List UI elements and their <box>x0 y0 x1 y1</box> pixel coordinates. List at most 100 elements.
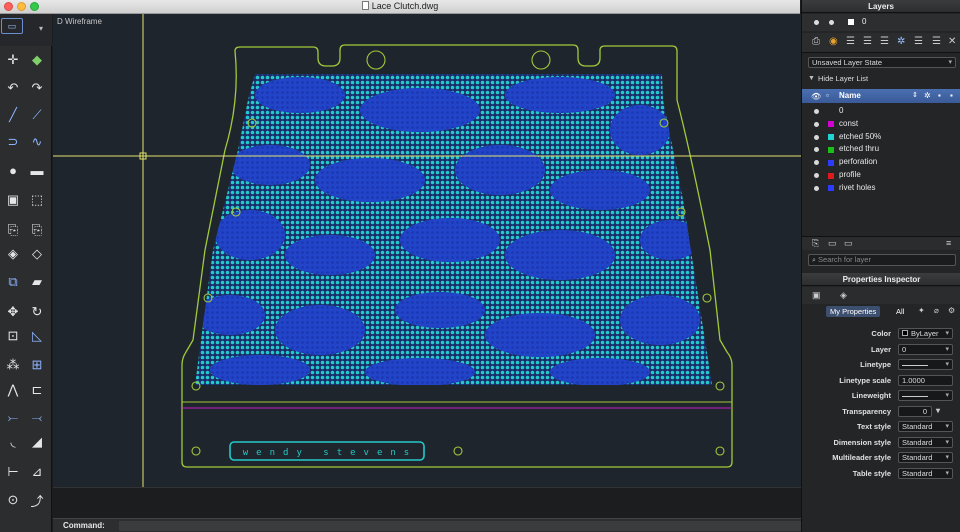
redo-icon[interactable]: ↷ <box>26 78 48 98</box>
name-column-header[interactable]: Name <box>839 91 861 100</box>
lock-icon[interactable]: ▫ <box>826 91 829 100</box>
offset-icon[interactable]: ⊏ <box>26 380 48 400</box>
folder-icon[interactable]: ▭ <box>844 238 853 249</box>
layer-options-icon[interactable]: ≡ <box>946 238 951 248</box>
chevron-down-icon[interactable]: ▾ <box>30 18 52 38</box>
visibility-dot-icon[interactable] <box>814 20 819 25</box>
rotate-icon[interactable]: ↻ <box>26 302 48 322</box>
lock-dot-icon[interactable] <box>829 20 834 25</box>
new-group-icon[interactable]: ▭ <box>828 238 837 249</box>
layer-color-swatch[interactable] <box>848 19 854 25</box>
eraser-icon[interactable]: ▰ <box>26 272 48 292</box>
new-layer-footer-icon[interactable]: ⎘ <box>812 238 819 249</box>
grid-array-icon[interactable]: ⊞ <box>26 355 48 375</box>
region-icon[interactable]: ▣ <box>2 190 24 210</box>
hide-layer-list-row[interactable]: ▼ Hide Layer List <box>802 72 960 85</box>
layer-color-swatch[interactable] <box>828 185 834 192</box>
linetype-scale-input[interactable]: 1.0000 <box>898 374 953 386</box>
layer-off-icon[interactable]: ☰ <box>914 36 923 47</box>
crosshair-icon[interactable]: ✛ <box>2 50 24 70</box>
gradient-icon[interactable]: ◇ <box>26 244 48 264</box>
rectangle-icon[interactable]: ▬ <box>26 160 48 180</box>
visibility-dot-icon[interactable] <box>814 121 819 127</box>
layer-search-input[interactable]: ⌕ Search for layer <box>808 254 956 266</box>
all-properties-tab[interactable]: All <box>892 306 908 317</box>
stretch-icon[interactable]: ◺ <box>26 326 48 346</box>
color-select[interactable]: ByLayer ▾ <box>898 328 953 339</box>
visibility-dot-icon[interactable] <box>814 147 819 153</box>
layer-state-select[interactable]: Unsaved Layer State ▾ <box>808 57 956 68</box>
layer-row-rivet-holes[interactable]: rivet holes <box>802 182 960 195</box>
layer-delete-icon[interactable]: ✕ <box>948 36 956 47</box>
table-icon[interactable]: ⎘ <box>26 220 48 240</box>
scale-icon[interactable]: ⊡ <box>2 326 24 346</box>
layer-color-swatch[interactable] <box>828 146 834 153</box>
viewport-selector-icon[interactable]: ▭ <box>1 18 23 34</box>
visibility-dot-icon[interactable] <box>814 134 819 140</box>
copy-icon[interactable]: ⧉ <box>2 272 24 292</box>
mirror-icon[interactable]: ⋀ <box>2 380 24 400</box>
arc-icon[interactable]: ⊃ <box>2 132 24 152</box>
quick-select-icon[interactable]: ✦ <box>918 306 925 315</box>
lock-column-icon[interactable]: ▪ <box>938 91 941 100</box>
chamfer-icon[interactable]: ◢ <box>26 432 48 452</box>
select-objects-icon[interactable]: ⌀ <box>934 306 939 315</box>
linetype-select[interactable]: ▾ <box>898 359 953 370</box>
layer-row-0[interactable]: 0 <box>802 105 960 118</box>
visibility-dot-icon[interactable] <box>814 160 819 166</box>
disclosure-triangle-icon[interactable]: ▼ <box>808 72 815 85</box>
layers-tab-icon[interactable]: ◈ <box>840 290 847 301</box>
new-layer-icon[interactable]: ⎙ <box>812 36 820 47</box>
drawing-canvas[interactable]: D Wireframe wendy stevens <box>53 14 801 487</box>
pan-icon[interactable]: ⤴ <box>26 490 48 510</box>
text-icon[interactable]: ⎘ <box>2 220 24 240</box>
my-properties-tab[interactable]: My Properties <box>826 306 881 317</box>
hatch-icon[interactable]: ◈ <box>2 244 24 264</box>
spline-icon[interactable]: ∿ <box>26 132 48 152</box>
polyline-icon[interactable]: ⟋ <box>26 105 48 125</box>
layer-state-icon[interactable]: ◉ <box>829 36 838 47</box>
dimension-icon[interactable]: ⊢ <box>2 462 24 482</box>
dimension-style-select[interactable]: Standard ▾ <box>898 436 953 448</box>
extend-icon[interactable]: ⤙ <box>26 408 48 428</box>
current-layer-name[interactable]: 0 <box>862 17 866 26</box>
move-icon[interactable]: ✥ <box>2 302 24 322</box>
zoom-icon[interactable]: ⊙ <box>2 490 24 510</box>
layer-row-etched-thru[interactable]: etched thru <box>802 143 960 156</box>
leader-icon[interactable]: ⊿ <box>26 462 48 482</box>
visibility-dot-icon[interactable] <box>814 185 819 191</box>
eye-icon[interactable]: 👁 <box>811 92 821 101</box>
visibility-dot-icon[interactable] <box>814 173 819 178</box>
layer-row-const[interactable]: const <box>802 118 960 131</box>
trim-icon[interactable]: ⤚ <box>2 408 24 428</box>
layer-color-swatch[interactable] <box>828 172 834 179</box>
circle-icon[interactable]: ● <box>2 160 24 180</box>
boundary-icon[interactable]: ⬚ <box>26 190 48 210</box>
fillet-icon[interactable]: ◟ <box>2 432 24 452</box>
multileader-style-select[interactable]: Standard ▾ <box>898 452 953 463</box>
print-column-icon[interactable]: ▪ <box>950 91 953 100</box>
layer-color-swatch[interactable] <box>828 121 834 128</box>
layer-walk-icon[interactable]: ☰ <box>932 36 941 47</box>
line-icon[interactable]: ╱ <box>2 105 24 125</box>
freeze-column-icon[interactable]: ✲ <box>924 91 931 100</box>
layer-match-icon[interactable]: ☰ <box>880 36 889 47</box>
transparency-input[interactable]: 0 <box>898 405 932 417</box>
layer-row-profile[interactable]: profile <box>802 169 960 182</box>
transparency-options-icon[interactable]: ▾ <box>936 406 940 415</box>
visibility-dot-icon[interactable] <box>814 109 819 114</box>
settings-gear-icon[interactable]: ⚙ <box>948 306 955 315</box>
layer-freeze-icon[interactable]: ✲ <box>897 36 905 47</box>
layer-color-swatch[interactable] <box>828 159 834 166</box>
lineweight-select[interactable]: ▾ <box>898 390 953 401</box>
layer-isolate-icon[interactable]: ☰ <box>863 36 872 47</box>
layer-select[interactable]: 0 ▾ <box>898 343 953 355</box>
layer-row-etched-50[interactable]: etched 50% <box>802 131 960 144</box>
sort-icon[interactable]: ⇕ <box>912 91 918 99</box>
text-style-select[interactable]: Standard ▾ <box>898 421 953 432</box>
cube-icon[interactable]: ◆ <box>26 50 48 70</box>
array-icon[interactable]: ⁂ <box>2 355 24 375</box>
layer-color-swatch[interactable] <box>828 134 834 141</box>
table-style-select[interactable]: Standard ▾ <box>898 467 953 479</box>
undo-icon[interactable]: ↶ <box>2 78 24 98</box>
